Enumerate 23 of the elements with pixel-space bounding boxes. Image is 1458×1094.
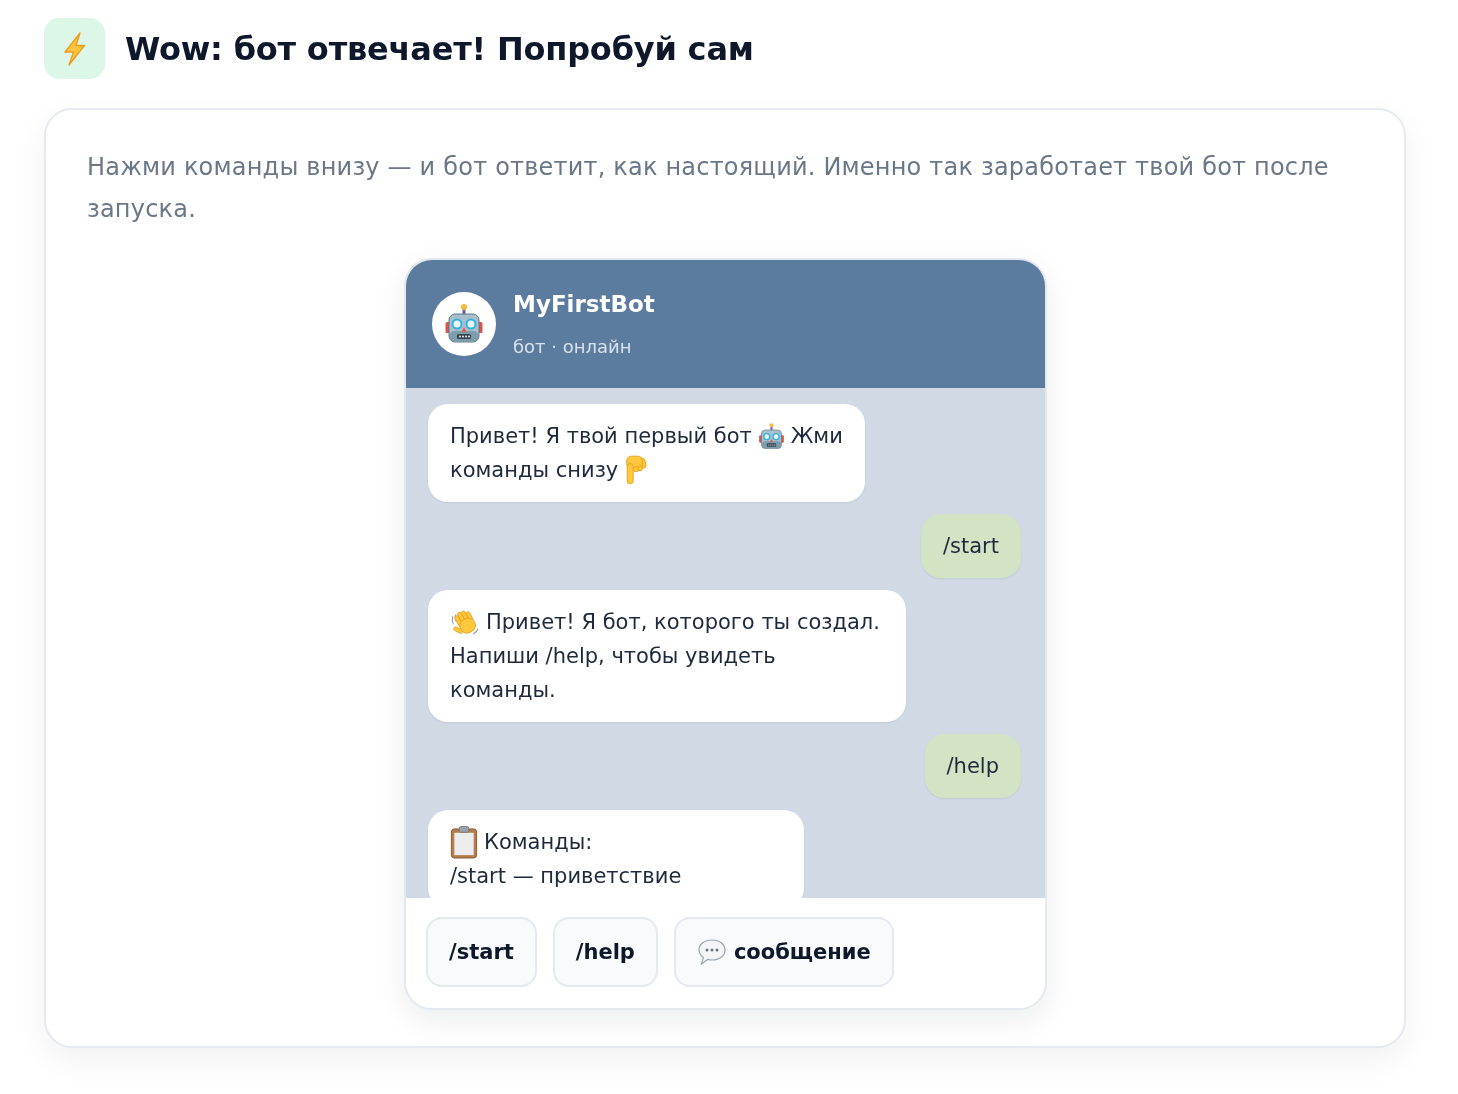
- lightning-icon: [44, 18, 105, 79]
- clipboard-icon: [450, 825, 478, 859]
- message-text: команды снизу: [450, 457, 619, 484]
- message-text: /start: [943, 533, 999, 560]
- waving-hand-icon: [450, 607, 480, 637]
- bot-status: бот · онлайн: [513, 335, 633, 359]
- message-button[interactable]: сообщение: [673, 917, 894, 987]
- robot-icon: [757, 423, 785, 449]
- message-text: Команды:: [484, 829, 593, 856]
- bot-name: MyFirstBot: [513, 290, 655, 319]
- robot-avatar-icon: [432, 292, 496, 356]
- speech-bubble-icon: [696, 938, 727, 966]
- command-button[interactable]: /start: [426, 917, 537, 987]
- message-text: Привет! Я твой первый бот: [450, 423, 752, 450]
- description-text: Нажми команды внизу — и бот ответит, как настоящий. Именно так заработает твой бот после запуска.: [87, 152, 1330, 225]
- section-title: Wow: бот отвечает! Попробуй сам: [125, 29, 754, 68]
- message-text: Жми: [790, 423, 843, 450]
- message-text: Привет! Я бот, которого ты создал.: [486, 609, 880, 636]
- pointing-down-hand-icon: [624, 455, 648, 485]
- message-text: /start — приветствие: [450, 863, 682, 890]
- message-text: Напиши /help, чтобы увидеть команды.: [450, 643, 777, 704]
- command-button[interactable]: /help: [552, 917, 658, 987]
- message-text: /help: [946, 753, 999, 780]
